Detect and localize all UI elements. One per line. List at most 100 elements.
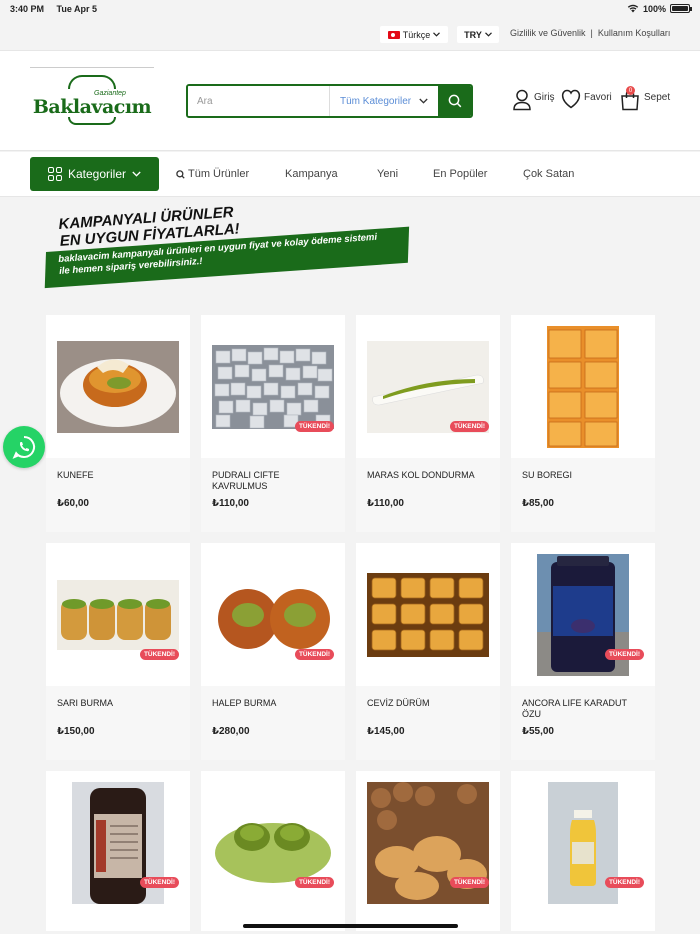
product-name[interactable]: ANCORA LIFE KARADUT ÖZU xyxy=(522,698,647,720)
cart-count-badge: 0 xyxy=(626,86,635,95)
product-info: HALEP BURMA ₺280,00 xyxy=(201,686,345,760)
cart-label: Sepet xyxy=(644,92,671,103)
whatsapp-icon xyxy=(12,435,36,459)
sold-out-badge: TÜKENDİ! xyxy=(604,877,644,888)
sold-out-badge: TÜKENDİ! xyxy=(449,877,489,888)
sold-out-badge: TÜKENDİ! xyxy=(139,877,179,888)
nav-item-all-products[interactable]: Tüm Ürünler xyxy=(176,168,249,180)
heart-icon xyxy=(561,89,581,109)
product-info: MARAS KOL DONDURMA ₺110,00 xyxy=(356,458,500,532)
category-dropdown[interactable]: Tüm Kategoriler xyxy=(330,86,438,116)
product-name[interactable]: CEVİZ DÜRÜM xyxy=(367,698,492,709)
product-name[interactable]: MARAS KOL DONDURMA xyxy=(367,470,492,481)
favorites-button[interactable]: Favori xyxy=(560,89,612,109)
product-name[interactable]: SU BOREGI xyxy=(522,470,647,481)
product-price: ₺110,00 xyxy=(367,498,404,509)
sold-out-badge: TÜKENDİ! xyxy=(294,649,334,660)
chevron-down-icon xyxy=(132,171,141,177)
product-grid: KUNEFE ₺60,00 TÜKENDİ! PUDRALI CIFTE KAV… xyxy=(46,315,655,931)
currency-selector[interactable]: TRY xyxy=(457,26,499,43)
language-selector[interactable]: Türkçe xyxy=(380,26,448,43)
search-input[interactable] xyxy=(188,86,330,116)
product-price: ₺280,00 xyxy=(212,726,250,737)
logo[interactable]: Gaziantep Baklavacım xyxy=(30,67,154,131)
product-card[interactable]: TÜKENDİ! ANCORA LIFE KARADUT ÖZU ₺55,00 xyxy=(511,543,655,760)
product-info: SU BOREGI ₺85,00 xyxy=(511,458,655,532)
product-card[interactable]: SU BOREGI ₺85,00 xyxy=(511,315,655,532)
status-date: Tue Apr 5 xyxy=(56,3,98,14)
language-label: Türkçe xyxy=(402,29,431,40)
category-dropdown-label: Tüm Kategoriler xyxy=(340,95,412,107)
product-card[interactable]: CEVİZ DÜRÜM ₺145,00 xyxy=(356,543,500,760)
product-info: CEVİZ DÜRÜM ₺145,00 xyxy=(356,686,500,760)
battery-percent: 100% xyxy=(642,3,666,14)
currency-label: TRY xyxy=(464,29,482,40)
product-card[interactable]: TÜKENDİ! xyxy=(356,771,500,931)
product-price: ₺150,00 xyxy=(57,726,95,737)
chevron-down-icon xyxy=(484,32,492,37)
product-price: ₺110,00 xyxy=(212,498,249,509)
chevron-down-icon xyxy=(433,32,441,37)
product-card[interactable]: TÜKENDİ! HALEP BURMA ₺280,00 xyxy=(201,543,345,760)
privacy-link[interactable]: Gizlilik ve Güvenlik xyxy=(510,28,586,38)
logo-text: Baklavacım xyxy=(32,95,152,118)
top-bar: Türkçe TRY Gizlilik ve Güvenlik | Kullan… xyxy=(0,17,700,51)
status-time: 3:40 PM xyxy=(10,3,45,14)
product-price: ₺55,00 xyxy=(522,726,554,737)
product-card[interactable]: TÜKENDİ! xyxy=(201,771,345,931)
favorites-label: Favori xyxy=(584,92,612,103)
nav-item-new[interactable]: Yeni xyxy=(377,168,398,180)
top-links: Gizlilik ve Güvenlik | Kullanım Koşullar… xyxy=(510,28,670,38)
product-image-ceviz-durum[interactable] xyxy=(367,554,489,676)
status-bar: 3:40 PM Tue Apr 5 100% xyxy=(0,0,700,17)
cart-button[interactable]: 0 Sepet xyxy=(620,86,671,111)
product-image-su-boregi[interactable] xyxy=(522,326,644,448)
product-card[interactable]: TÜKENDİ! PUDRALI CIFTE KAVRULMUS ₺110,00 xyxy=(201,315,345,532)
nav-item-best-sellers[interactable]: Çok Satan xyxy=(523,168,574,180)
main-nav: Kategoriler Tüm Ürünler Kampanya Yeni En… xyxy=(0,152,700,197)
nav-item-campaign[interactable]: Kampanya xyxy=(285,168,338,180)
product-name[interactable]: SARI BURMA xyxy=(57,698,182,709)
terms-link[interactable]: Kullanım Koşulları xyxy=(598,28,671,38)
product-name[interactable]: KUNEFE xyxy=(57,470,182,481)
product-price: ₺60,00 xyxy=(57,498,89,509)
turkey-flag-icon xyxy=(387,30,400,39)
home-indicator xyxy=(243,924,458,928)
header: Gaziantep Baklavacım Tüm Kategoriler Gir… xyxy=(0,51,700,151)
product-info: KUNEFE ₺60,00 xyxy=(46,458,190,532)
product-image-kunefe[interactable] xyxy=(57,326,179,448)
categories-button[interactable]: Kategoriler xyxy=(30,157,159,191)
product-name[interactable]: HALEP BURMA xyxy=(212,698,337,709)
battery-fill xyxy=(672,6,688,11)
product-card[interactable]: TÜKENDİ! SARI BURMA ₺150,00 xyxy=(46,543,190,760)
product-price: ₺145,00 xyxy=(367,726,405,737)
search-button[interactable] xyxy=(438,86,471,116)
sold-out-badge: TÜKENDİ! xyxy=(294,421,334,432)
wifi-icon xyxy=(627,4,639,13)
product-price: ₺85,00 xyxy=(522,498,554,509)
search-bar: Tüm Kategoriler xyxy=(186,84,473,118)
product-card[interactable]: KUNEFE ₺60,00 xyxy=(46,315,190,532)
product-card[interactable]: TÜKENDİ! MARAS KOL DONDURMA ₺110,00 xyxy=(356,315,500,532)
chevron-down-icon xyxy=(419,98,428,104)
nav-item-label: Tüm Ürünler xyxy=(188,168,250,180)
login-button[interactable]: Giriş xyxy=(512,89,555,111)
product-name[interactable]: PUDRALI CIFTE KAVRULMUS xyxy=(212,470,337,492)
link-separator: | xyxy=(590,28,593,38)
sold-out-badge: TÜKENDİ! xyxy=(139,649,179,660)
whatsapp-button[interactable] xyxy=(3,426,45,468)
logo-ornament-bottom xyxy=(68,116,116,125)
campaign-banner[interactable]: KAMPANYALI ÜRÜNLER EN UYGUN FİYATLARLA! … xyxy=(44,204,414,305)
nav-item-popular[interactable]: En Popüler xyxy=(433,168,487,180)
search-icon xyxy=(448,94,461,108)
grid-icon xyxy=(47,167,62,181)
user-icon xyxy=(513,89,531,111)
battery-icon xyxy=(670,4,692,13)
search-icon xyxy=(176,169,185,179)
product-card[interactable]: TÜKENDİ! xyxy=(46,771,190,931)
product-info: SARI BURMA ₺150,00 xyxy=(46,686,190,760)
sold-out-badge: TÜKENDİ! xyxy=(604,649,644,660)
categories-button-label: Kategoriler xyxy=(67,167,127,181)
product-info: ANCORA LIFE KARADUT ÖZU ₺55,00 xyxy=(511,686,655,760)
product-card[interactable]: TÜKENDİ! xyxy=(511,771,655,931)
